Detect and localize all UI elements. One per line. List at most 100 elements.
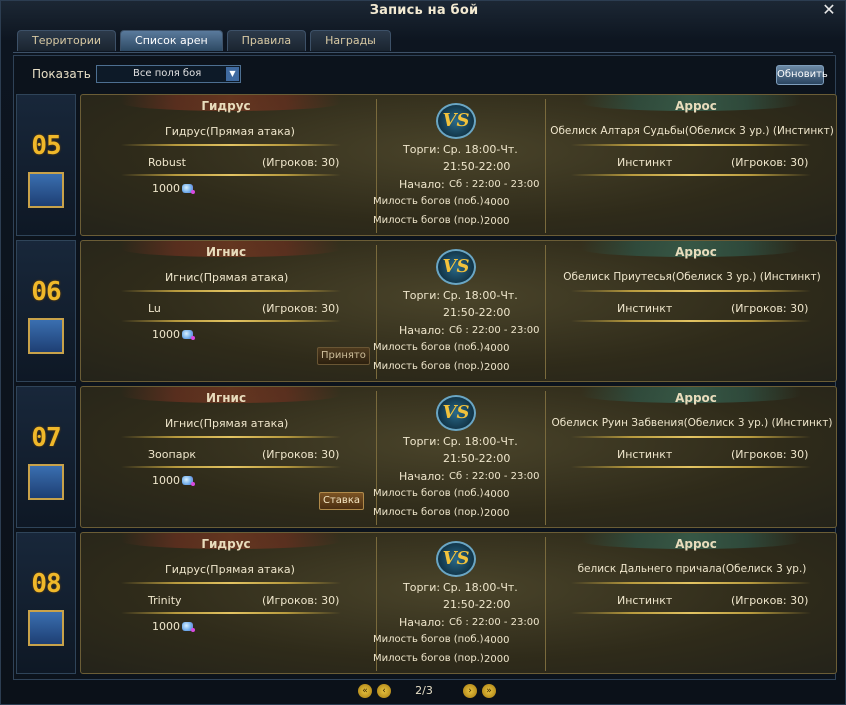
attacker-faction: Игнис <box>205 391 247 405</box>
gavel-icon <box>28 172 64 208</box>
divider-line <box>571 320 811 322</box>
attacker-subtitle: Гидрус(Прямая атака) <box>165 125 295 138</box>
defender-faction: Аррос <box>675 391 717 405</box>
arena-index-cell: 06 <box>16 240 76 382</box>
divider-line <box>121 174 341 176</box>
gavel-icon <box>28 464 64 500</box>
attacker-players: (Игроков: 30) <box>262 156 340 169</box>
refresh-button[interactable]: Обновить <box>776 65 828 85</box>
bid-amount: 1000 <box>152 620 180 633</box>
attacker-subtitle: Игнис(Прямая атака) <box>165 417 289 430</box>
tab-arena-list[interactable]: Список арен <box>120 30 223 51</box>
divider-line <box>571 436 811 438</box>
bidding-label: Торги: <box>403 289 441 302</box>
arena-number: 07 <box>31 423 61 453</box>
tab-rewards[interactable]: Награды <box>310 30 391 51</box>
bidding-time-1: Ср. 18:00-Чт. <box>443 581 518 594</box>
arena-card: Гидрус Гидрус(Прямая атака) Robust (Игро… <box>80 94 837 236</box>
column-divider <box>376 99 377 233</box>
bidding-label: Торги: <box>403 435 441 448</box>
defender-players: (Игроков: 30) <box>731 448 809 461</box>
attacker-leader[interactable]: Зоопарк <box>148 448 196 461</box>
bidding-label: Торги: <box>403 581 441 594</box>
bidding-time-1: Ср. 18:00-Чт. <box>443 143 518 156</box>
arena-action-button[interactable]: Ставка <box>319 492 364 510</box>
battle-signup-window: Запись на бой ✕ Территории Список арен П… <box>0 0 846 705</box>
start-time: Сб : 22:00 - 23:00 <box>449 471 540 482</box>
attacker-faction: Гидрус <box>201 99 251 113</box>
chevron-right-icon[interactable]: › <box>463 684 477 698</box>
divider-line <box>571 174 811 176</box>
column-divider <box>376 537 377 671</box>
arena-row: 07 Игнис Игнис(Прямая атака) Зоопарк (Иг… <box>16 386 837 530</box>
favor-win-label: Милость богов (поб.) <box>373 488 484 499</box>
bidding-time-1: Ср. 18:00-Чт. <box>443 435 518 448</box>
arena-card: Игнис Игнис(Прямая атака) Lu (Игроков: 3… <box>80 240 837 382</box>
bid-amount: 1000 <box>152 182 180 195</box>
favor-lose-value: 2000 <box>484 216 510 227</box>
gavel-icon <box>28 610 64 646</box>
defender-players: (Игроков: 30) <box>731 156 809 169</box>
arena-row: 08 Гидрус Гидрус(Прямая атака) Trinity (… <box>16 532 837 676</box>
divider-line <box>121 612 341 614</box>
page-indicator: 2/3 <box>415 684 433 697</box>
arena-number: 06 <box>31 277 61 307</box>
divider-line <box>121 466 341 468</box>
filter-selected-value: Все поля боя <box>133 68 202 79</box>
column-divider <box>376 245 377 379</box>
chevron-down-icon[interactable]: ▼ <box>226 67 239 81</box>
defender-leader: Инстинкт <box>617 448 673 461</box>
tab-rules[interactable]: Правила <box>226 30 307 51</box>
tab-territories[interactable]: Территории <box>17 30 117 51</box>
double-chevron-right-icon[interactable]: » <box>482 684 496 698</box>
favor-lose-label: Милость богов (пор.) <box>373 507 484 518</box>
attacker-faction: Игнис <box>205 245 247 259</box>
column-divider <box>545 537 546 671</box>
attacker-subtitle: Игнис(Прямая атака) <box>165 271 289 284</box>
divider-line <box>571 290 811 292</box>
arena-list-panel: Показать Все поля боя ▼ Обновить 05 Гидр… <box>13 55 837 680</box>
double-chevron-left-icon[interactable]: « <box>358 684 372 698</box>
favor-lose-value: 2000 <box>484 508 510 519</box>
chevron-left-icon[interactable]: ‹ <box>377 684 391 698</box>
arena-action-button[interactable]: Принято <box>317 347 370 365</box>
favor-win-value: 4000 <box>484 635 510 646</box>
attacker-leader[interactable]: Trinity <box>148 594 182 607</box>
column-divider <box>376 391 377 525</box>
favor-win-value: 4000 <box>484 343 510 354</box>
defender-leader: Инстинкт <box>617 302 673 315</box>
bidding-time-2: 21:50-22:00 <box>443 452 511 465</box>
arena-row: 06 Игнис Игнис(Прямая атака) Lu (Игроков… <box>16 240 837 384</box>
favor-win-label: Милость богов (поб.) <box>373 634 484 645</box>
battlefield-filter-select[interactable]: Все поля боя ▼ <box>96 65 241 83</box>
favor-win-label: Милость богов (поб.) <box>373 196 484 207</box>
column-divider <box>545 245 546 379</box>
favor-win-label: Милость богов (поб.) <box>373 342 484 353</box>
arena-row: 05 Гидрус Гидрус(Прямая атака) Robust (И… <box>16 94 837 238</box>
attacker-players: (Игроков: 30) <box>262 594 340 607</box>
bidding-time-2: 21:50-22:00 <box>443 598 511 611</box>
divider-line <box>571 582 811 584</box>
vs-emblem-icon: VS <box>436 395 476 431</box>
defender-subtitle: Обелиск Руин Забвения(Обелиск 3 ур.) (Ин… <box>551 417 833 429</box>
start-label: Начало: <box>399 324 445 337</box>
divider-line <box>121 320 341 322</box>
favor-lose-label: Милость богов (пор.) <box>373 215 484 226</box>
attacker-leader[interactable]: Lu <box>148 302 161 315</box>
defender-subtitle: Обелиск Алтаря Судьбы(Обелиск 3 ур.) (Ин… <box>550 125 834 137</box>
column-divider <box>545 391 546 525</box>
close-icon[interactable]: ✕ <box>819 1 839 19</box>
start-time: Сб : 22:00 - 23:00 <box>449 617 540 628</box>
divider-line <box>571 144 811 146</box>
favor-lose-value: 2000 <box>484 654 510 665</box>
pagination: « ‹ 2/3 › » <box>1 682 846 700</box>
defender-faction: Аррос <box>675 245 717 259</box>
bidding-time-2: 21:50-22:00 <box>443 306 511 319</box>
bidding-time-2: 21:50-22:00 <box>443 160 511 173</box>
start-label: Начало: <box>399 178 445 191</box>
attacker-faction: Гидрус <box>201 537 251 551</box>
attacker-leader[interactable]: Robust <box>148 156 186 169</box>
defender-players: (Игроков: 30) <box>731 302 809 315</box>
divider-line <box>121 290 341 292</box>
vs-emblem-icon: VS <box>436 249 476 285</box>
